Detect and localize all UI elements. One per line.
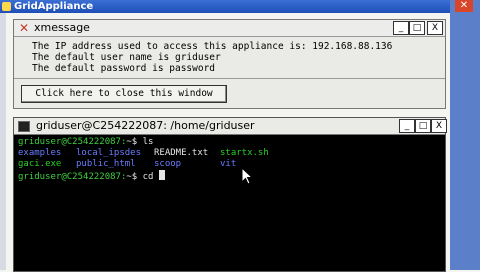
terminal-icon bbox=[18, 121, 30, 132]
text-cursor bbox=[158, 170, 165, 180]
terminal-maximize-button[interactable]: □ bbox=[415, 119, 431, 133]
divider bbox=[14, 78, 445, 79]
listing-entry: README.txt bbox=[154, 148, 209, 158]
listing-row: gaci.exe public_html scoop vit bbox=[18, 159, 438, 170]
terminal-title: griduser@C254222087: /home/griduser bbox=[36, 119, 255, 132]
listing-entry: public_html bbox=[76, 159, 136, 169]
appliance-logo-icon bbox=[2, 2, 11, 11]
password-line: The default password is password bbox=[32, 63, 216, 74]
maximize-button[interactable]: □ bbox=[409, 21, 425, 35]
listing-row: examples local_ipsdes README.txt startx.sh bbox=[18, 148, 438, 159]
outer-close-icon[interactable]: ✕ bbox=[455, 0, 473, 12]
prompt: griduser@C254222087: bbox=[18, 172, 127, 182]
listing-entry: gaci.exe bbox=[18, 159, 62, 169]
terminal-output[interactable]: griduser@C254222087:~$ ls examples local_… bbox=[18, 137, 438, 182]
terminal-close-button[interactable]: X bbox=[431, 119, 447, 133]
listing-entry: examples bbox=[18, 148, 62, 158]
close-window-button[interactable]: Click here to close this window bbox=[21, 85, 227, 103]
terminal-titlebar[interactable]: griduser@C254222087: /home/griduser _ □ … bbox=[14, 118, 447, 135]
xmessage-titlebar[interactable]: ✕ xmessage _ □ X bbox=[14, 20, 445, 37]
terminal-line: griduser@C254222087:~$ cd bbox=[18, 170, 438, 182]
prompt-suffix: ~$ bbox=[126, 172, 143, 182]
listing-entry: local_ipsdes bbox=[76, 148, 142, 158]
ip-address-line: The IP address used to access this appli… bbox=[32, 41, 393, 52]
terminal-minimize-button[interactable]: _ bbox=[399, 119, 415, 133]
prompt-suffix: ~$ bbox=[126, 137, 143, 147]
xmessage-text: The IP address used to access this appli… bbox=[32, 41, 432, 74]
listing-entry: startx.sh bbox=[220, 148, 269, 158]
listing-entry: vit bbox=[220, 159, 237, 169]
command: cd bbox=[142, 172, 159, 182]
username-line: The default user name is griduser bbox=[32, 52, 221, 63]
close-button[interactable]: X bbox=[427, 21, 443, 35]
command: ls bbox=[142, 137, 154, 147]
minimize-button[interactable]: _ bbox=[393, 21, 409, 35]
terminal-line: griduser@C254222087:~$ ls bbox=[18, 137, 438, 148]
listing-entry: scoop bbox=[154, 159, 182, 169]
outer-left-border bbox=[0, 13, 6, 270]
outer-window-titlebar: GridAppliance bbox=[0, 0, 480, 13]
outer-right-panel: ✕ bbox=[450, 0, 480, 270]
xmessage-title: xmessage bbox=[34, 21, 90, 34]
xmessage-window: ✕ xmessage _ □ X The IP address used to … bbox=[13, 19, 446, 109]
outer-window-title: GridAppliance bbox=[14, 1, 94, 12]
mouse-pointer-icon bbox=[241, 167, 253, 185]
x-icon: ✕ bbox=[18, 21, 30, 35]
terminal-window[interactable]: griduser@C254222087: /home/griduser _ □ … bbox=[13, 117, 447, 272]
prompt: griduser@C254222087: bbox=[18, 137, 127, 147]
